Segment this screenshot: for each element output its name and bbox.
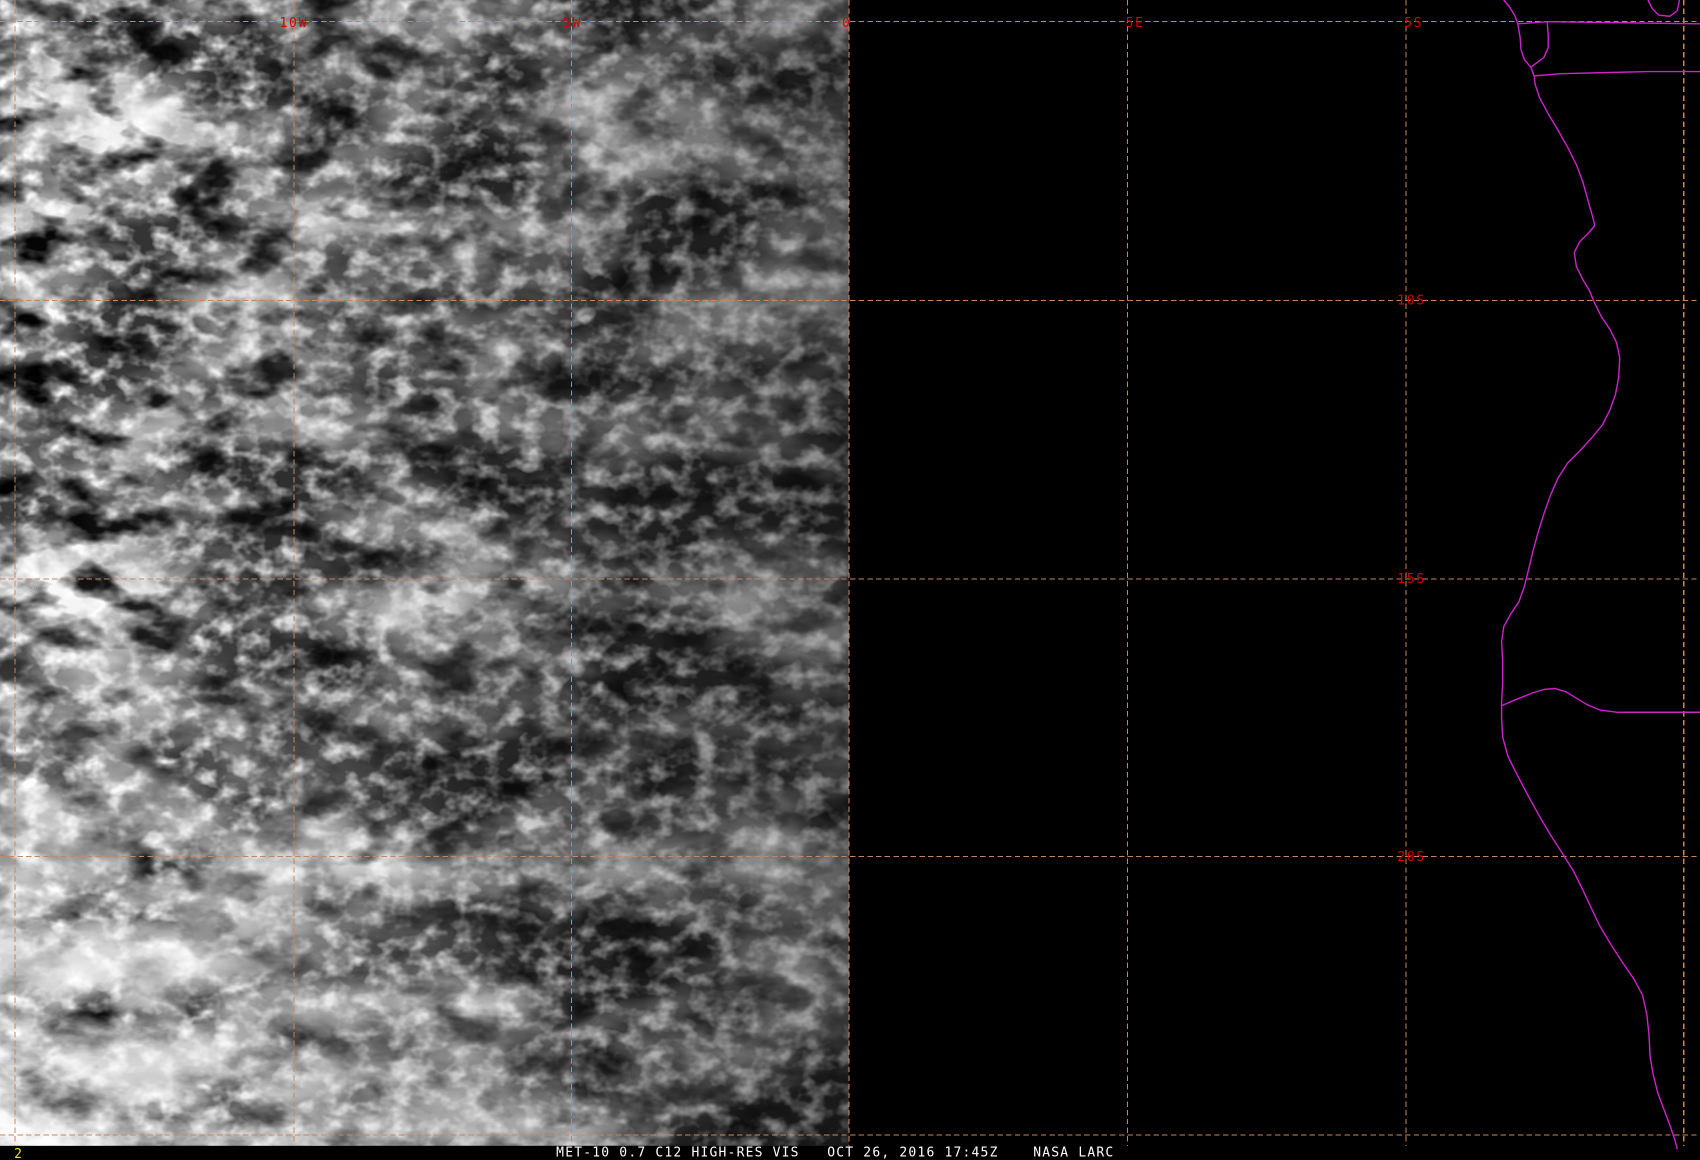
satellite-cloud-imagery: [0, 0, 849, 1146]
timestamp: OCT 26, 2016 17:45Z: [827, 1146, 998, 1160]
grid-label-20s: 20S: [1397, 850, 1426, 865]
bright-cloud-band-group: [0, 0, 849, 1146]
satellite-map: 10W 5W 0 5E 5S 10S 15S 20S 2 MET-10 0.7 …: [0, 0, 1700, 1160]
grid-label-5s: 5S: [1404, 16, 1423, 31]
grid-label-0: 0: [842, 16, 852, 31]
grid-label-10w: 10W: [279, 16, 308, 31]
satellite-viewer: 10W 5W 0 5E 5S 10S 15S 20S 2 MET-10 0.7 …: [0, 0, 1700, 1160]
grid-label-10s: 10S: [1397, 294, 1426, 309]
bright-cloud-band: [0, 0, 849, 1146]
source-label: NASA LARC: [1033, 1146, 1114, 1160]
grid-label-5e: 5E: [1126, 16, 1145, 31]
grid-label-5w: 5W: [563, 16, 582, 31]
grid-label-15s: 15S: [1397, 572, 1426, 587]
product-label: MET-10 0.7 C12 HIGH-RES VIS: [556, 1146, 800, 1160]
frame-number: 2: [14, 1147, 23, 1160]
